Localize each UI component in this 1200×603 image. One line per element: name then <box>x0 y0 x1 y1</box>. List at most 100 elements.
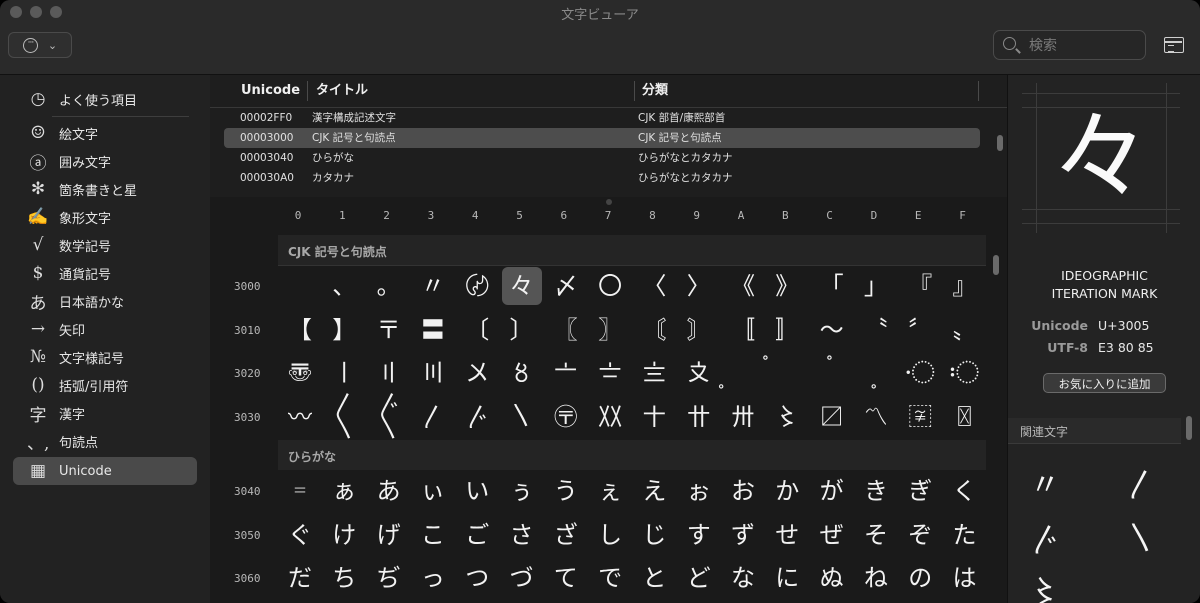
character-cell[interactable]: 〮 <box>900 354 940 392</box>
sidebar-item-13[interactable]: ▦ Unicode <box>13 457 197 485</box>
sidebar-item-12[interactable]: 、, 句読点 <box>13 427 197 455</box>
character-cell[interactable]: ち <box>324 559 364 597</box>
table-row[interactable]: 000030A0 カタカナ ひらがなとカタカナ <box>224 168 980 188</box>
character-cell[interactable]: 「 <box>812 267 852 305</box>
character-cell[interactable]: 〨 <box>634 354 674 392</box>
character-cell[interactable]: 、 <box>324 267 364 305</box>
character-cell[interactable]: 〜 <box>812 311 852 349</box>
grid-scrollbar[interactable] <box>993 255 999 275</box>
column-header-title[interactable]: タイトル <box>316 75 368 107</box>
character-cell[interactable]: 〿 <box>945 398 985 436</box>
character-cell[interactable]: け <box>324 516 364 554</box>
character-cell[interactable]: 。 <box>369 267 409 305</box>
character-cell[interactable]: 々 <box>501 267 542 305</box>
character-cell[interactable]: お <box>723 472 763 510</box>
sidebar-item-2[interactable]: ⓐ 囲み文字 <box>13 147 197 175</box>
column-header-category[interactable]: 分類 <box>642 75 668 107</box>
sidebar-item-6[interactable]: $ 通貨記号 <box>13 259 197 287</box>
character-cell[interactable]: 〙 <box>679 311 719 349</box>
character-cell[interactable]: ざ <box>546 516 586 554</box>
character-cell[interactable]: に <box>767 559 807 597</box>
character-cell[interactable] <box>280 267 320 305</box>
character-cell[interactable]: 〯 <box>945 354 985 392</box>
character-cell[interactable]: 『 <box>900 267 940 305</box>
sidebar-item-7[interactable]: あ日本語かな <box>13 287 197 315</box>
character-cell[interactable]: 〣 <box>413 354 453 392</box>
sidebar-item-1[interactable]: ☺ 絵文字 <box>13 119 197 147</box>
character-cell[interactable]: 〺 <box>723 398 763 436</box>
related-character[interactable]: 〳 <box>1126 460 1156 504</box>
character-cell[interactable]: つ <box>457 559 497 597</box>
character-cell[interactable]: 〳 <box>413 398 453 436</box>
character-cell[interactable]: 〶 <box>546 398 586 436</box>
sidebar-item-9[interactable]: № 文字様記号 <box>13 343 197 371</box>
character-cell[interactable]: は <box>945 559 985 597</box>
character-cell[interactable]: 〪 <box>723 354 763 392</box>
table-row[interactable]: 00003040 ひらがな ひらがなとカタカナ <box>224 148 980 168</box>
character-cell[interactable]: ぜ <box>812 516 852 554</box>
character-cell[interactable]: え <box>634 472 674 510</box>
related-character[interactable]: 〵 <box>1126 515 1156 559</box>
character-cell[interactable]: 〄 <box>457 267 497 305</box>
character-cell[interactable]: ぎ <box>900 472 940 510</box>
character-cell[interactable]: 〽 <box>856 398 896 436</box>
character-cell[interactable]: 【 <box>280 311 320 349</box>
character-cell[interactable]: 』 <box>945 267 985 305</box>
character-cell[interactable]: 〸 <box>634 398 674 436</box>
character-cell[interactable]: ぃ <box>413 472 453 510</box>
character-cell[interactable]: 〕 <box>502 311 542 349</box>
toggle-info-panel-icon[interactable] <box>1164 37 1184 53</box>
character-cell[interactable]: 〼 <box>812 398 852 436</box>
action-menu-button[interactable]: ··· ⌄ <box>8 32 72 58</box>
character-cell[interactable]: 」 <box>856 267 896 305</box>
character-cell[interactable]: ね <box>856 559 896 597</box>
sidebar-item-3[interactable]: ✻ 箇条書きと星 <box>13 175 197 203</box>
character-cell[interactable]: 〗 <box>590 311 630 349</box>
character-cell[interactable]: 〇 <box>590 267 630 305</box>
character-cell[interactable]: 》 <box>767 267 807 305</box>
sidebar-item-11[interactable]: 字漢字 <box>13 399 197 427</box>
character-cell[interactable]: 《 <box>723 267 763 305</box>
character-cell[interactable]: げ <box>369 516 409 554</box>
character-cell[interactable]: さ <box>502 516 542 554</box>
character-cell[interactable]: 〱 <box>324 398 364 436</box>
character-cell[interactable]: づ <box>502 559 542 597</box>
character-cell[interactable]: ぢ <box>369 559 409 597</box>
character-cell[interactable]: 〠 <box>280 354 320 392</box>
table-scrollbar[interactable] <box>997 135 1003 151</box>
character-cell[interactable]: 〈 <box>634 267 674 305</box>
sidebar-item-0[interactable]: ◷ よく使う項目 <box>13 85 197 113</box>
character-cell[interactable]: か <box>767 472 807 510</box>
character-cell[interactable]: 〷 <box>590 398 630 436</box>
character-cell[interactable]: 〘 <box>634 311 674 349</box>
character-cell[interactable]: ぅ <box>502 472 542 510</box>
related-character[interactable]: 〃 <box>1030 460 1060 504</box>
character-cell[interactable]: ず <box>723 516 763 554</box>
character-cell[interactable]: じ <box>634 516 674 554</box>
search-input[interactable] <box>1027 35 1141 57</box>
column-header-unicode[interactable]: Unicode <box>241 75 300 107</box>
character-cell[interactable]: し <box>590 516 630 554</box>
character-cell[interactable]: の <box>900 559 940 597</box>
character-cell[interactable]: ど <box>679 559 719 597</box>
character-cell[interactable]: 〢 <box>369 354 409 392</box>
character-cell[interactable]: こ <box>413 516 453 554</box>
character-cell[interactable]: が <box>812 472 852 510</box>
sidebar-item-5[interactable]: √ 数学記号 <box>13 231 197 259</box>
character-cell[interactable]: 〡 <box>324 354 364 392</box>
character-cell[interactable]: 〬 <box>812 354 852 392</box>
character-cell[interactable]: ゠ <box>280 472 320 510</box>
character-cell[interactable]: 〆 <box>546 267 586 305</box>
character-cell[interactable]: 〤 <box>457 354 497 392</box>
character-cell[interactable]: だ <box>280 559 320 597</box>
related-character[interactable]: 〻 <box>1030 567 1060 603</box>
character-cell[interactable]: く <box>945 472 985 510</box>
character-cell[interactable]: 〝 <box>856 311 896 349</box>
character-cell[interactable]: と <box>634 559 674 597</box>
related-character[interactable]: 〴 <box>1030 515 1060 559</box>
character-cell[interactable]: な <box>723 559 763 597</box>
character-cell[interactable]: 〻 <box>767 398 807 436</box>
character-cell[interactable]: 〹 <box>679 398 719 436</box>
character-cell[interactable]: ぐ <box>280 516 320 554</box>
character-cell[interactable]: ぞ <box>900 516 940 554</box>
